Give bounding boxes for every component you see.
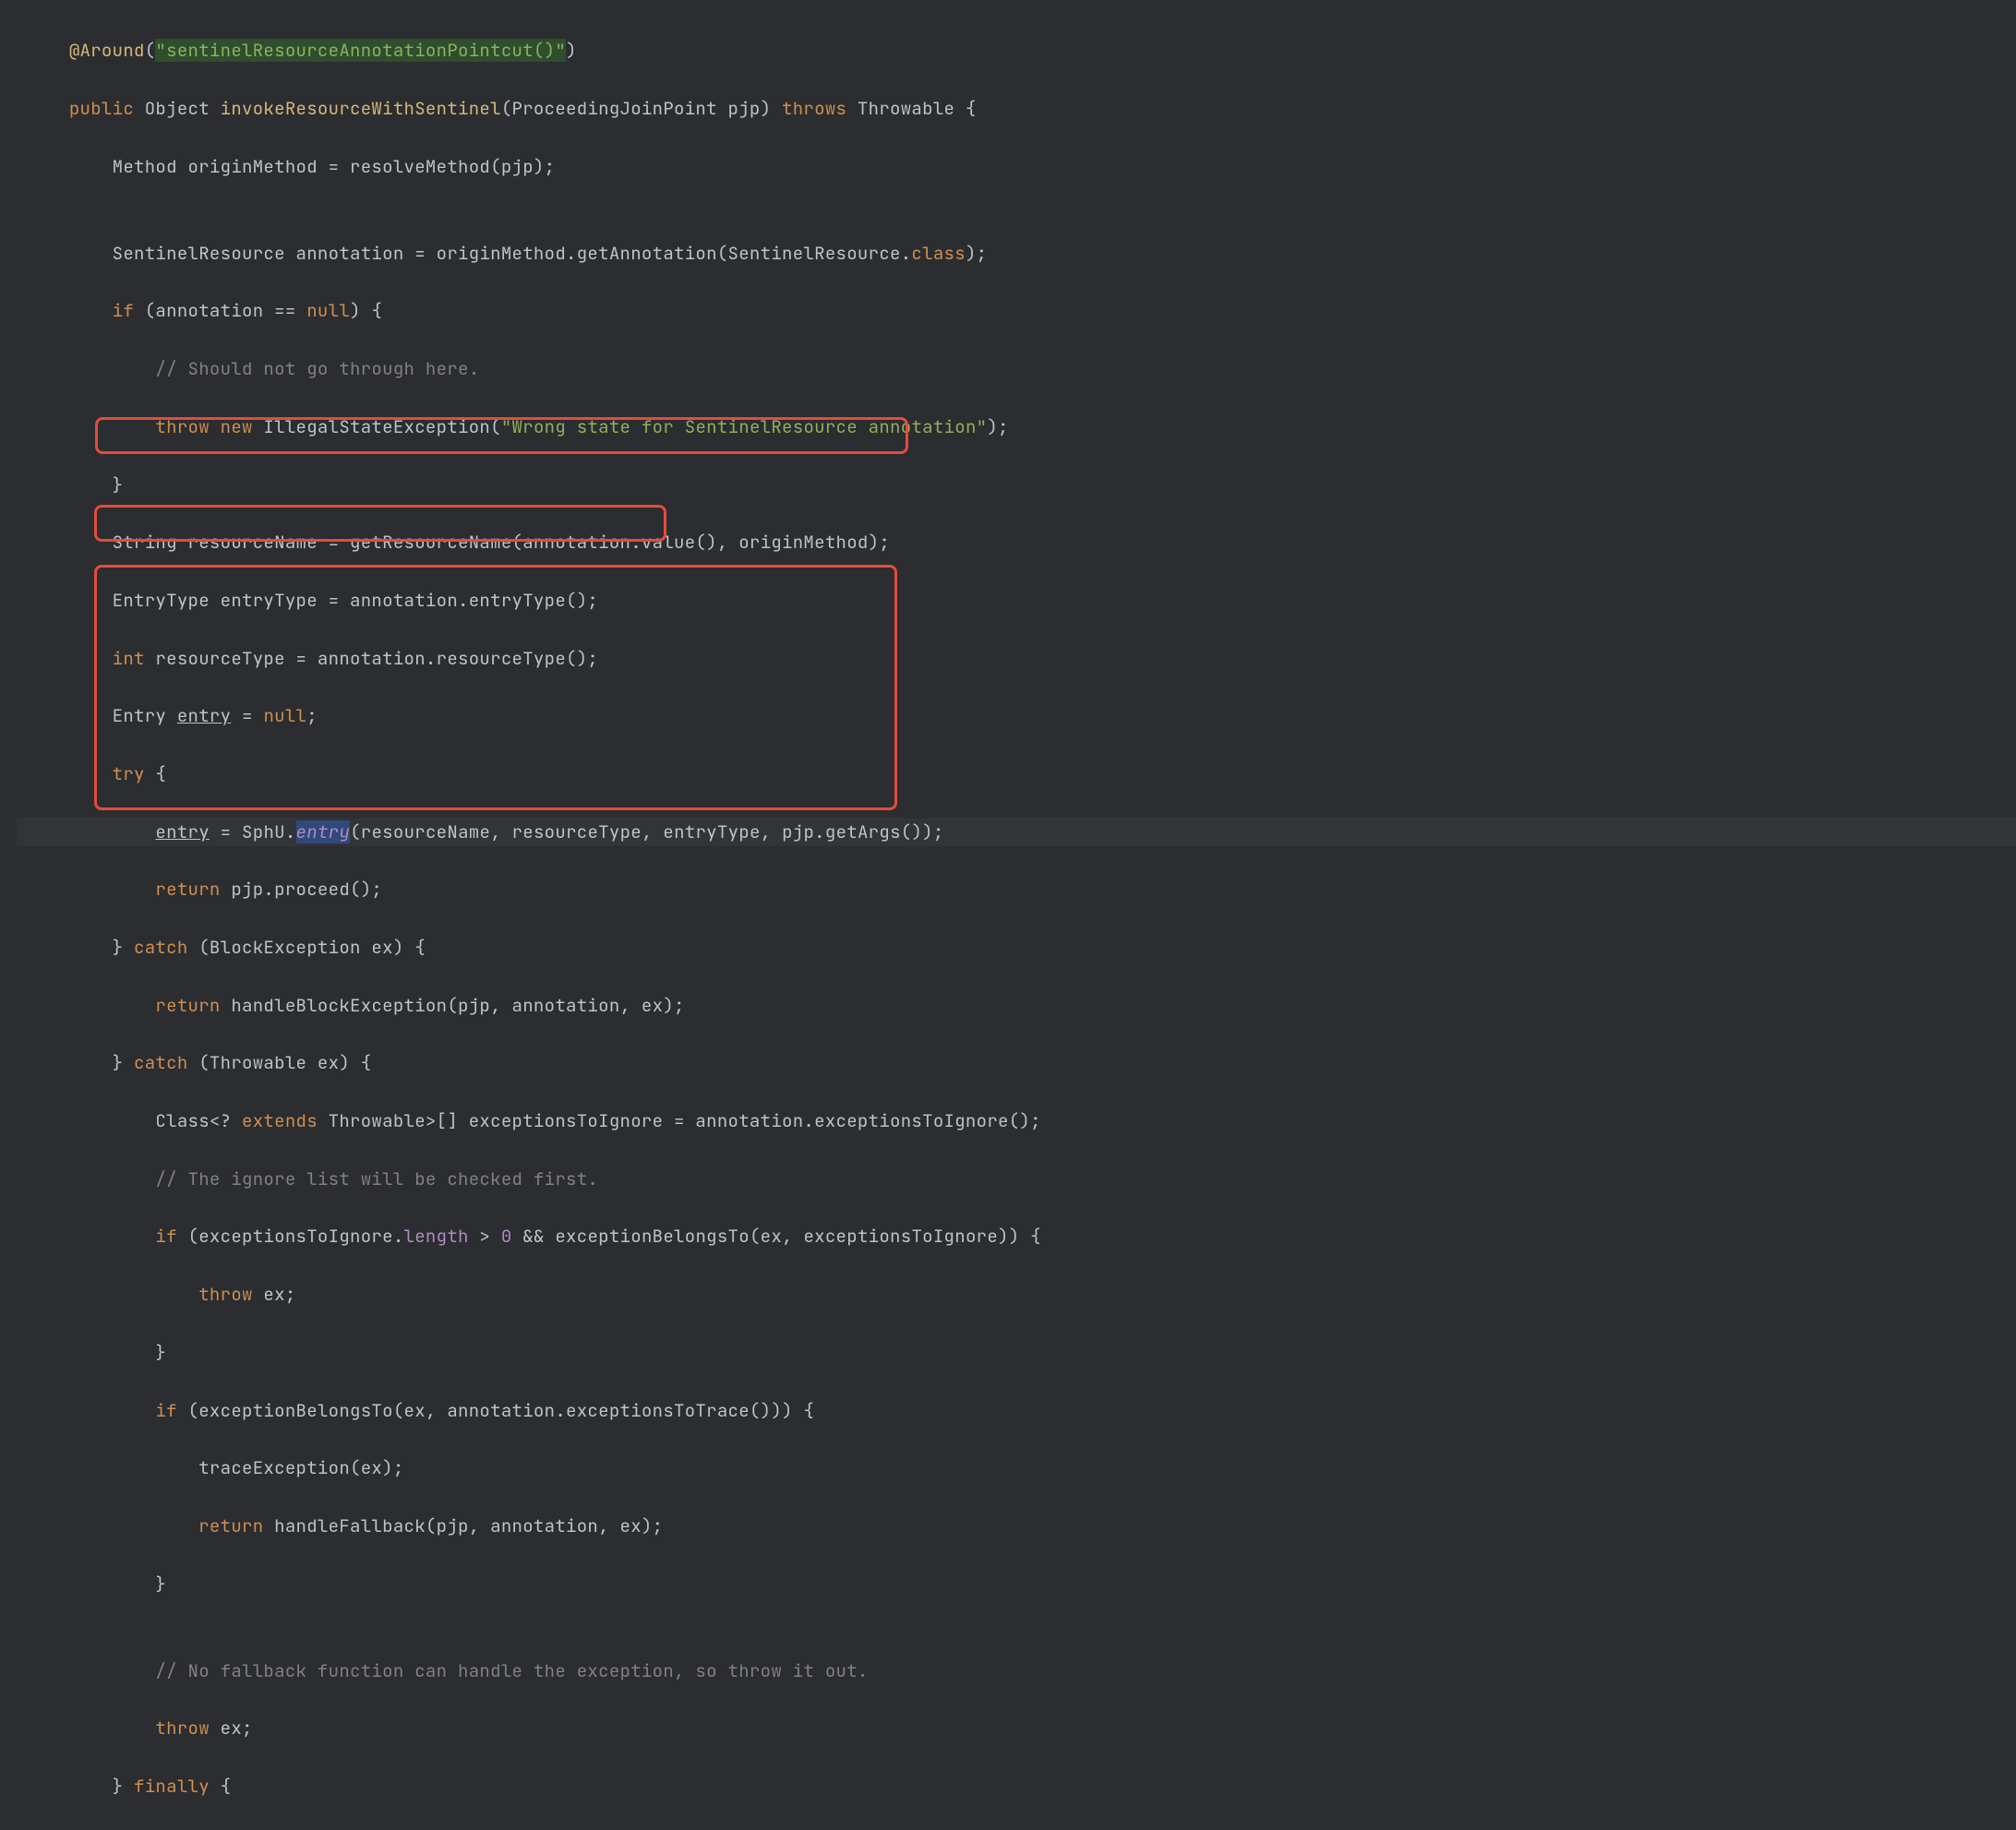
code-line: traceException(ex);	[26, 1453, 2016, 1482]
code-line: EntryType entryType = annotation.entryTy…	[26, 586, 2016, 615]
code-line: }	[26, 471, 2016, 499]
code-line: return handleBlockException(pjp, annotat…	[26, 991, 2016, 1020]
code-line: throw new IllegalStateException("Wrong s…	[26, 413, 2016, 441]
code-line: Method originMethod = resolveMethod(pjp)…	[26, 152, 2016, 181]
code-line: SentinelResource annotation = originMeth…	[26, 239, 2016, 268]
code-line: Entry entry = null;	[26, 701, 2016, 730]
code-line: // No fallback function can handle the e…	[26, 1657, 2016, 1685]
code-line: // The ignore list will be checked first…	[26, 1165, 2016, 1193]
code-line-highlighted: entry = SphU.entry(resourceName, resourc…	[26, 818, 2016, 846]
code-line: } catch (Throwable ex) {	[26, 1048, 2016, 1077]
code-line: try {	[26, 760, 2016, 788]
code-line: return handleFallback(pjp, annotation, e…	[26, 1512, 2016, 1540]
code-line: throw ex;	[26, 1714, 2016, 1742]
code-line: } catch (BlockException ex) {	[26, 933, 2016, 962]
code-editor[interactable]: @Around("sentinelResourceAnnotationPoint…	[26, 7, 2016, 1830]
code-line: String resourceName = getResourceName(an…	[26, 528, 2016, 556]
code-line: if (exceptionsToIgnore.length > 0 && exc…	[26, 1222, 2016, 1250]
code-line: int resourceType = annotation.resourceTy…	[26, 644, 2016, 673]
code-line: throw ex;	[26, 1280, 2016, 1309]
code-line: } finally {	[26, 1772, 2016, 1800]
code-line: Class<? extends Throwable>[] exceptionsT…	[26, 1106, 2016, 1135]
code-line: }	[26, 1570, 2016, 1598]
code-line: // Should not go through here.	[26, 354, 2016, 383]
code-line: if (exceptionBelongsTo(ex, annotation.ex…	[26, 1396, 2016, 1425]
code-line: public Object invokeResourceWithSentinel…	[26, 94, 2016, 123]
code-line: @Around("sentinelResourceAnnotationPoint…	[26, 36, 2016, 65]
editor-gutter	[0, 0, 17, 1552]
code-line: if (annotation == null) {	[26, 296, 2016, 325]
code-line: return pjp.proceed();	[26, 875, 2016, 903]
code-line: }	[26, 1338, 2016, 1367]
